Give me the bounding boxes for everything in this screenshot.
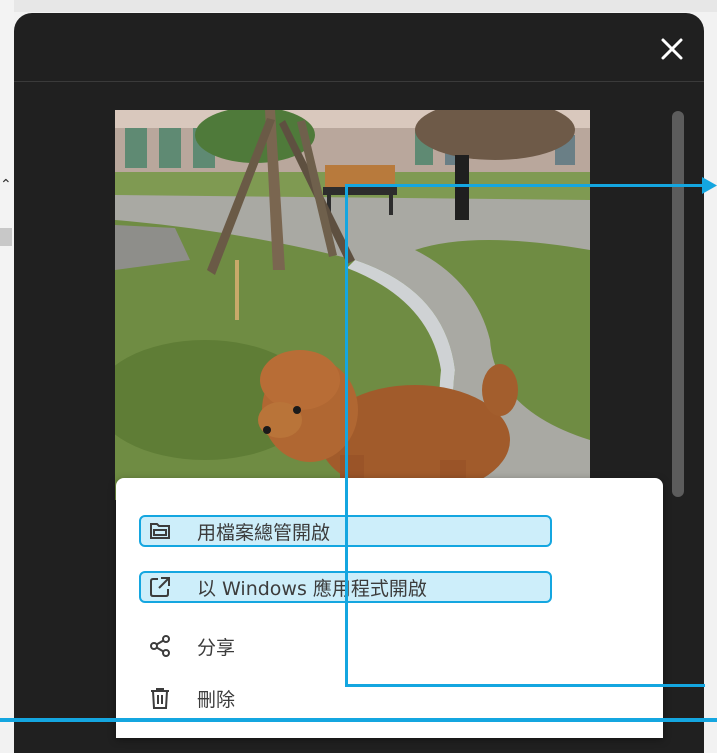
annotation-arrow-icon xyxy=(702,177,717,194)
close-icon xyxy=(661,38,683,60)
menu-item-share[interactable]: 分享 xyxy=(116,626,663,666)
chevron-up-icon: ⌃ xyxy=(0,177,12,193)
menu-item-open-with-windows-app[interactable]: 以 Windows 應用程式開啟 xyxy=(116,567,663,607)
menu-item-label: 以 Windows 應用程式開啟 xyxy=(197,577,427,600)
annotation-frame-bottom xyxy=(0,718,717,722)
annotation-line-vertical xyxy=(345,184,348,686)
menu-item-label: 分享 xyxy=(197,636,236,659)
menu-item-label: 刪除 xyxy=(197,688,236,711)
share-icon xyxy=(148,634,172,658)
annotation-line-top xyxy=(345,184,705,187)
background-scroll-block xyxy=(0,228,12,246)
scrollbar-thumb[interactable] xyxy=(672,111,684,497)
window-top-edge xyxy=(0,0,717,12)
open-external-icon xyxy=(148,575,172,599)
context-menu: 用檔案總管開啟 以 Windows 應用程式開啟 分享 刪除 xyxy=(116,478,663,738)
trash-icon xyxy=(148,686,172,710)
menu-item-label: 用檔案總管開啟 xyxy=(197,521,331,544)
photo-preview xyxy=(115,110,590,500)
close-button[interactable] xyxy=(658,35,686,63)
folder-icon xyxy=(148,519,172,543)
menu-item-open-in-file-explorer[interactable]: 用檔案總管開啟 xyxy=(116,511,663,551)
background-app: ⌃ xyxy=(0,0,14,728)
annotation-line-bottom xyxy=(345,684,705,687)
viewer-header xyxy=(14,13,704,82)
